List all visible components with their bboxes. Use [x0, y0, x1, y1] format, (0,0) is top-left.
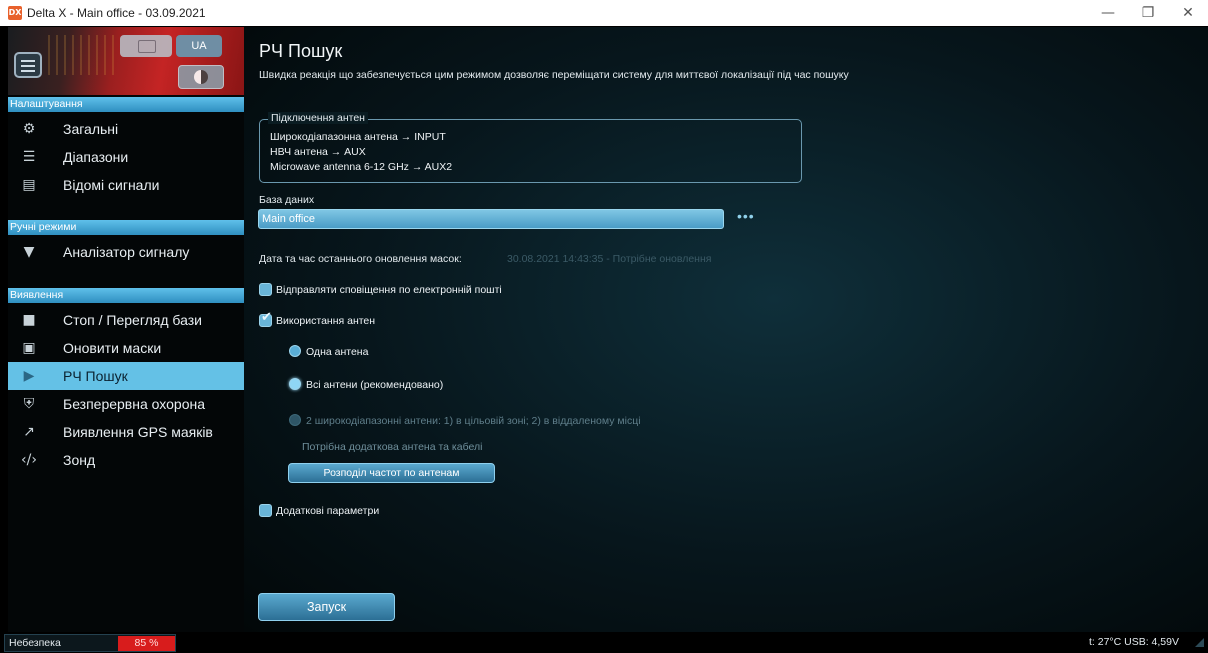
sidebar-item-probe[interactable]: ‹/› Зонд: [8, 446, 244, 474]
hamburger-menu-button[interactable]: [14, 52, 42, 78]
sidebar-item-gps-beacons[interactable]: ↗ Виявлення GPS маяків: [8, 418, 244, 446]
section-detection: Виявлення: [8, 288, 244, 303]
close-button[interactable]: ✕: [1168, 0, 1208, 26]
freq-allocation-button[interactable]: Розподіл частот по антенам: [288, 463, 495, 483]
checkbox-label: Додаткові параметри: [276, 505, 380, 517]
checkbox-box[interactable]: [259, 283, 272, 296]
section-manual-modes: Ручні режими: [8, 220, 244, 235]
minimize-button[interactable]: —: [1088, 0, 1128, 26]
main-panel: РЧ Пошук Швидка реакція що забезпечуєтьс…: [244, 27, 1208, 632]
signal-icon: ▼: [23, 244, 35, 260]
trend-icon: ↗: [23, 424, 35, 440]
section-settings: Налаштування: [8, 97, 244, 112]
radio-dot: [289, 414, 301, 426]
sidebar-item-label: Діапазони: [63, 149, 129, 165]
database-more-button[interactable]: •••: [737, 209, 757, 226]
database-select[interactable]: Main office: [258, 209, 724, 229]
sidebar-item-label: РЧ Пошук: [63, 368, 128, 384]
sidebar-item-label: Безперервна охорона: [63, 396, 206, 412]
window-title: Delta X - Main office - 03.09.2021: [27, 6, 206, 20]
shield-icon: ⛨: [23, 396, 35, 412]
code-icon: ‹/›: [21, 452, 37, 468]
danger-indicator: Небезпека 85 %: [4, 634, 176, 652]
stop-icon: ■: [22, 312, 36, 328]
checkbox-box[interactable]: [259, 311, 272, 327]
antenna-line: Широкодіапазонна антена → INPUT: [270, 131, 446, 143]
sidebar-item-signal-analyzer[interactable]: ▼ Аналізатор сигналу: [8, 238, 244, 266]
antenna-connection-group: Підключення антен Широкодіапазонна антен…: [259, 112, 802, 183]
checkbox-label: Відправляти сповіщення по електронній по…: [276, 284, 502, 296]
sidebar-item-label: Загальні: [63, 121, 119, 137]
radio-label: 2 широкодіапазонні антени: 1) в цільовій…: [306, 415, 641, 427]
sidebar-item-label: Стоп / Перегляд бази: [63, 312, 202, 328]
list-icon: ☰: [22, 149, 36, 165]
sidebar-item-ranges[interactable]: ☰ Діапазони: [8, 143, 244, 171]
mask-update-label: Дата та час останнього оновлення масок:: [259, 253, 462, 265]
sidebar-item-label: Відомі сигнали: [63, 177, 160, 193]
sidebar-item-known-signals[interactable]: ▤ Відомі сигнали: [8, 171, 244, 199]
image-icon: ▣: [22, 340, 36, 356]
page-title: РЧ Пошук: [259, 41, 343, 61]
sidebar-item-update-masks[interactable]: ▣ Оновити маски: [8, 334, 244, 362]
mask-update-value: 30.08.2021 14:43:35 - Потрібне оновлення: [507, 253, 712, 265]
checkbox-box[interactable]: [259, 504, 272, 517]
app-logo-icon: DX: [8, 6, 22, 20]
header-banner: UA: [8, 27, 244, 95]
keyboard-button[interactable]: [120, 35, 172, 57]
danger-value: 85 %: [118, 636, 175, 651]
checkbox-label: Використання антен: [276, 315, 376, 327]
sidebar-item-label: Виявлення GPS маяків: [63, 424, 213, 440]
start-button[interactable]: Запуск: [258, 593, 395, 621]
status-bar: Небезпека 85 % t: 27°C USB: 4,59V: [0, 632, 1208, 653]
language-button[interactable]: UA: [176, 35, 222, 57]
antenna-group-legend: Підключення антен: [268, 112, 368, 124]
theme-toggle-button[interactable]: [178, 65, 224, 89]
clipboard-icon: ▤: [22, 177, 36, 193]
radio-dot[interactable]: [289, 345, 301, 357]
device-status: t: 27°C USB: 4,59V: [1089, 636, 1179, 648]
sidebar-item-rf-search[interactable]: ▶ РЧ Пошук: [8, 362, 244, 390]
sidebar-item-label: Зонд: [63, 452, 96, 468]
database-label: База даних: [259, 194, 315, 206]
sidebar-item-label: Оновити маски: [63, 340, 162, 356]
sidebar-item-general[interactable]: ⚙ Загальні: [8, 115, 244, 143]
title-bar: DX Delta X - Main office - 03.09.2021 — …: [0, 0, 1208, 26]
app-window: DX Delta X - Main office - 03.09.2021 — …: [0, 0, 1208, 653]
page-description: Швидка реакція що забезпечується цим реж…: [259, 69, 849, 81]
sidebar: UA Налаштування ⚙ Загальні ☰ Діапазони ▤…: [8, 27, 244, 632]
gear-icon: ⚙: [22, 121, 36, 137]
antenna-line: НВЧ антена → AUX: [270, 146, 366, 158]
resize-grip-icon[interactable]: [1195, 638, 1204, 647]
sidebar-item-label: Аналізатор сигналу: [63, 244, 190, 260]
danger-label: Небезпека: [9, 637, 61, 649]
antenna-line: Microwave antenna 6-12 GHz → AUX2: [270, 161, 453, 173]
maximize-button[interactable]: ❐: [1128, 0, 1168, 26]
radio-label: Всі антени (рекомендовано): [306, 379, 444, 391]
play-icon: ▶: [23, 368, 35, 384]
extra-antenna-hint: Потрібна додаткова антена та кабелі: [302, 441, 483, 453]
radio-label: Одна антена: [306, 346, 369, 358]
sidebar-item-continuous-guard[interactable]: ⛨ Безперервна охорона: [8, 390, 244, 418]
sidebar-item-stop-view-db[interactable]: ■ Стоп / Перегляд бази: [8, 306, 244, 334]
radio-dot[interactable]: [289, 378, 301, 390]
